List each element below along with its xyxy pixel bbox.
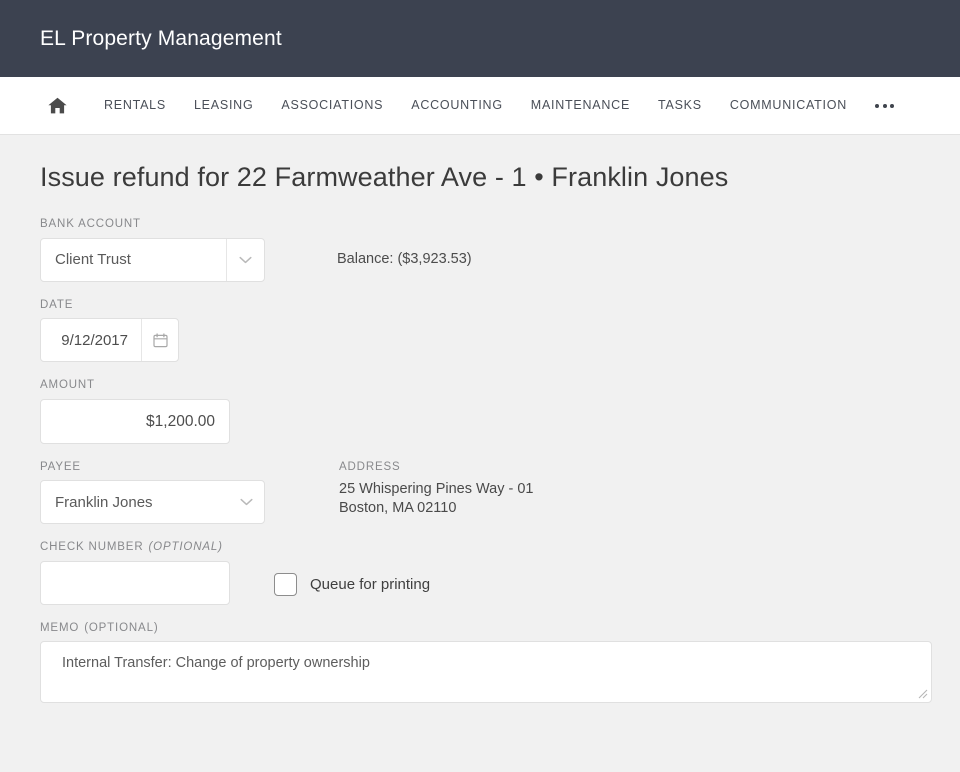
- bank-account-balance: Balance: ($3,923.53): [337, 250, 472, 267]
- page-content: Issue refund for 22 Farmweather Ave - 1 …: [0, 135, 960, 704]
- nav-item-associations[interactable]: ASSOCIATIONS: [267, 99, 397, 112]
- nav-item-rentals[interactable]: RENTALS: [90, 99, 180, 112]
- check-number-group: CHECK NUMBER (OPTIONAL) Queue for printin…: [40, 542, 920, 605]
- memo-optional-tag: (OPTIONAL): [84, 621, 159, 634]
- payee-address-row: PAYEE Franklin Jones ADDRESS 25 Whisperi…: [40, 460, 920, 525]
- payee-label: PAYEE: [40, 460, 81, 473]
- check-number-label-text: CHECK NUMBER: [40, 541, 144, 554]
- bank-account-group: BANK ACCOUNT Client Trust Balance: ($3,9…: [40, 219, 920, 282]
- memo-group: MEMO (OPTIONAL) Internal Transfer: Change…: [40, 621, 932, 704]
- calendar-icon[interactable]: [141, 319, 178, 362]
- home-icon[interactable]: [40, 89, 74, 123]
- queue-for-printing-label: Queue for printing: [310, 575, 431, 593]
- app-title: EL Property Management: [40, 27, 282, 50]
- nav-item-tasks[interactable]: TASKS: [644, 99, 716, 112]
- check-number-field[interactable]: [40, 560, 230, 605]
- payee-select[interactable]: Franklin Jones: [40, 480, 265, 525]
- date-field[interactable]: 9/12/2017: [40, 318, 179, 363]
- ellipsis-dot: [890, 103, 894, 108]
- check-number-optional-tag: (OPTIONAL): [148, 541, 223, 554]
- memo-textarea[interactable]: Internal Transfer: Change of property ow…: [40, 641, 932, 704]
- bank-account-label: BANK ACCOUNT: [40, 218, 141, 231]
- payee-group: PAYEE Franklin Jones ADDRESS 25 Whisperi…: [40, 460, 920, 525]
- check-number-label: CHECK NUMBER (OPTIONAL): [40, 542, 920, 554]
- address-value: 25 Whispering Pines Way - 01 Boston, MA …: [339, 481, 534, 516]
- address-label: ADDRESS: [339, 460, 401, 473]
- ellipsis-dot: [875, 103, 879, 108]
- amount-field[interactable]: $1,200.00: [40, 398, 230, 444]
- page-title: Issue refund for 22 Farmweather Ave - 1 …: [40, 162, 729, 192]
- date-value[interactable]: 9/12/2017: [41, 319, 141, 361]
- amount-value[interactable]: $1,200.00: [41, 400, 229, 443]
- chevron-down-icon[interactable]: [228, 481, 264, 523]
- memo-value[interactable]: Internal Transfer: Change of property ow…: [62, 655, 917, 672]
- memo-label-text: MEMO: [40, 621, 80, 634]
- payee-block: PAYEE Franklin Jones: [40, 460, 265, 525]
- check-number-row: Queue for printing: [40, 560, 920, 605]
- checkbox-box[interactable]: [274, 572, 297, 596]
- nav-item-maintenance[interactable]: MAINTENANCE: [517, 99, 644, 112]
- date-group: DATE 9/12/2017: [40, 298, 920, 363]
- bank-account-row: Client Trust Balance: ($3,923.53): [40, 237, 920, 282]
- address-block: ADDRESS 25 Whispering Pines Way - 01 Bos…: [339, 460, 534, 518]
- memo-label: MEMO (OPTIONAL): [40, 621, 920, 635]
- app-header: EL Property Management: [0, 0, 960, 77]
- amount-label: AMOUNT: [40, 379, 95, 392]
- nav-item-leasing[interactable]: LEASING: [180, 99, 267, 112]
- nav-item-communication[interactable]: COMMUNICATION: [716, 99, 861, 112]
- queue-for-printing-checkbox[interactable]: Queue for printing: [274, 561, 430, 596]
- nav-item-accounting[interactable]: ACCOUNTING: [397, 99, 517, 112]
- amount-group: AMOUNT $1,200.00: [40, 380, 920, 444]
- resize-handle[interactable]: [917, 688, 928, 699]
- bank-account-value: Client Trust: [55, 251, 131, 269]
- check-number-value[interactable]: [41, 562, 229, 604]
- bank-account-select[interactable]: Client Trust: [40, 237, 265, 282]
- date-label: DATE: [40, 298, 74, 311]
- chevron-down-icon[interactable]: [226, 238, 264, 281]
- ellipsis-icon[interactable]: [861, 103, 908, 108]
- main-navigation: RENTALS LEASING ASSOCIATIONS ACCOUNTING …: [0, 77, 960, 135]
- ellipsis-dot: [882, 103, 887, 108]
- payee-value: Franklin Jones: [55, 493, 153, 511]
